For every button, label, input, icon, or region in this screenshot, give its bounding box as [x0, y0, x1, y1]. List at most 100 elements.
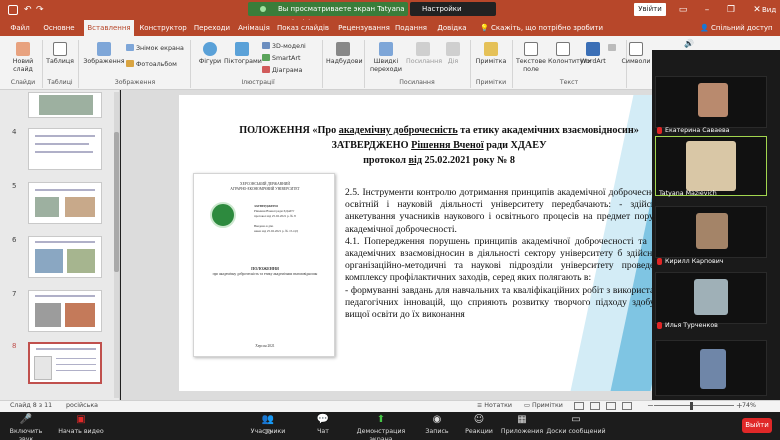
image-icon — [97, 42, 111, 56]
notes-button[interactable]: ≡ Нотатки — [477, 402, 512, 410]
leave-meeting-button[interactable]: Выйти — [742, 418, 772, 433]
share-screen-button[interactable]: ⬆ Демонстрация экрана — [346, 414, 416, 440]
slide-body-text[interactable]: 2.5. Інструменти контролю дотримання при… — [345, 187, 652, 321]
wordart-button[interactable]: WordArt — [578, 42, 608, 66]
tab-insert[interactable]: Вставлення — [84, 20, 134, 36]
video-off-icon: ▣ — [76, 414, 86, 425]
tab-review[interactable]: Рецензування — [336, 20, 392, 36]
tab-design[interactable]: Конструктор — [136, 20, 190, 36]
doc-approved-detail: протокол від 25.02.2021 р. № 8 — [254, 214, 296, 218]
unmute-button[interactable]: 🎤 Включить звук — [4, 414, 48, 440]
minimize-button[interactable]: – — [700, 3, 714, 17]
slide-thumbnail[interactable] — [28, 290, 102, 332]
comments-button[interactable]: ▭ Примітки — [524, 402, 563, 410]
shapes-button[interactable]: Фігури — [196, 42, 224, 66]
reactions-button[interactable]: ☺ Реакции — [462, 414, 496, 436]
text-extra-icon — [608, 44, 616, 51]
participant-tile[interactable] — [655, 340, 767, 396]
undo-icon[interactable]: ↶ — [24, 4, 32, 16]
university-emblem-icon — [210, 202, 236, 228]
doc-subtitle: про академічну доброчесність та етику ак… — [212, 272, 318, 276]
redo-icon[interactable]: ↷ — [36, 4, 44, 16]
autosave-icon[interactable] — [8, 5, 18, 15]
apps-button[interactable]: ▦ Приложения — [500, 414, 544, 436]
scrollbar-thumb[interactable] — [114, 132, 119, 272]
screenshot-button[interactable]: Знімок екрана — [126, 44, 184, 53]
participant-name: Кирилл Карпович — [665, 258, 724, 265]
3d-models-button[interactable]: 3D-моделі — [262, 42, 306, 51]
apps-label: Приложения — [500, 428, 544, 435]
tab-help[interactable]: Довідка — [432, 20, 472, 36]
start-video-button[interactable]: ▣ Начать видео — [56, 414, 106, 436]
symbols-button[interactable]: Символи — [620, 42, 652, 66]
tab-home[interactable]: Основне — [36, 20, 82, 36]
chart-button[interactable]: Діаграма — [262, 66, 302, 75]
thumbnails-scrollbar[interactable] — [114, 92, 119, 398]
photo-album-button[interactable]: Фотоальбом — [126, 60, 177, 69]
new-slide-button[interactable]: Новий слайд — [8, 42, 38, 74]
comment-button[interactable]: Примітка — [474, 42, 508, 66]
tab-view[interactable]: Подання — [394, 20, 428, 36]
participant-tile[interactable] — [655, 206, 767, 258]
participants-button[interactable]: 👥10 Участники — [248, 414, 288, 436]
group-images: Зображення — [114, 79, 156, 86]
participant-tile[interactable] — [655, 272, 767, 324]
addins-button[interactable]: Надбудови — [326, 42, 363, 66]
header-footer-button[interactable]: Колонтитули — [548, 42, 592, 66]
tell-me-search[interactable]: 💡 Скажіть, що потрібно зробити — [480, 20, 603, 36]
tab-slideshow[interactable]: Показ слайдів — [274, 20, 332, 36]
zoom-slider[interactable] — [654, 405, 734, 406]
header-footer-icon — [556, 42, 570, 56]
restore-button[interactable]: ❐ — [724, 3, 738, 17]
document-cover-image[interactable]: ХЕРСОНСЬКИЙ ДЕРЖАВНИЙ АГРАРНО-ЕКОНОМІЧНИ… — [193, 173, 335, 357]
view-settings-button[interactable]: Настройки просмотра — [410, 2, 496, 27]
thumbnail-text-line — [56, 370, 96, 371]
images-label: Зображення — [83, 58, 125, 65]
slide-sorter-button[interactable] — [590, 402, 600, 410]
thumbnail-photo — [34, 356, 52, 380]
record-button[interactable]: ◉ Запись — [422, 414, 452, 436]
quick-links-button[interactable]: Швидкі переходи — [368, 42, 404, 74]
slideshow-button[interactable] — [622, 402, 632, 410]
slide-thumbnail[interactable] — [28, 128, 102, 170]
slide-thumbnail[interactable] — [28, 182, 102, 224]
muted-mic-icon — [657, 127, 662, 134]
participant-tile[interactable] — [655, 76, 767, 128]
reading-view-button[interactable] — [606, 402, 616, 410]
zoom-out-button[interactable]: − — [647, 401, 654, 410]
reactions-label: Реакции — [465, 428, 493, 435]
thumbnail-text-line — [35, 143, 89, 145]
ribbon-display-icon[interactable]: ▭ — [676, 3, 690, 17]
slide-title[interactable]: ПОЛОЖЕННЯ «Про академічну доброчесність … — [179, 123, 652, 168]
slide-canvas[interactable]: ПОЛОЖЕННЯ «Про академічну доброчесність … — [179, 95, 652, 391]
normal-view-button[interactable] — [574, 402, 584, 410]
table-button[interactable]: Таблиця — [46, 42, 74, 66]
slide-thumbnail-selected[interactable] — [28, 342, 102, 384]
notes-label: Нотатки — [484, 402, 512, 409]
text-extra-button[interactable] — [608, 44, 618, 53]
zoom-level[interactable]: 74% — [742, 402, 756, 410]
doc-city-year: Херсон 2021 — [255, 344, 275, 348]
doc-enacted-detail: наказ від 25.02.2021 р. № 15-ОД — [254, 229, 298, 233]
thumbnail-photo — [35, 303, 61, 327]
icons-button[interactable]: Піктограми — [224, 42, 262, 66]
speaker-icon[interactable]: 🔊 — [684, 39, 696, 49]
smartart-button[interactable]: SmartArt — [262, 54, 300, 63]
tab-animation[interactable]: Анімація — [236, 20, 272, 36]
zoom-slider-thumb[interactable] — [690, 402, 693, 410]
textbox-button[interactable]: Текстове поле — [514, 42, 548, 74]
sign-in-button[interactable]: Увійти — [634, 3, 666, 16]
language-indicator[interactable]: російська — [66, 402, 98, 410]
participant-tile-active[interactable] — [655, 136, 767, 196]
whiteboards-button[interactable]: ▭ Доски сообщений — [546, 414, 606, 436]
tab-file[interactable]: Файл — [6, 20, 34, 36]
share-button[interactable]: 👤 Спільний доступ — [700, 20, 773, 36]
thumbnail-photo — [35, 197, 59, 217]
slide-thumbnail[interactable] — [28, 92, 102, 118]
comments-icon: ▭ — [524, 402, 532, 409]
tab-transitions[interactable]: Переходи — [192, 20, 232, 36]
slide-thumbnail[interactable] — [28, 236, 102, 278]
chat-button[interactable]: 💬 Чат — [308, 414, 338, 436]
photo-album-label: Фотоальбом — [136, 61, 177, 68]
images-button[interactable]: Зображення — [82, 42, 126, 66]
